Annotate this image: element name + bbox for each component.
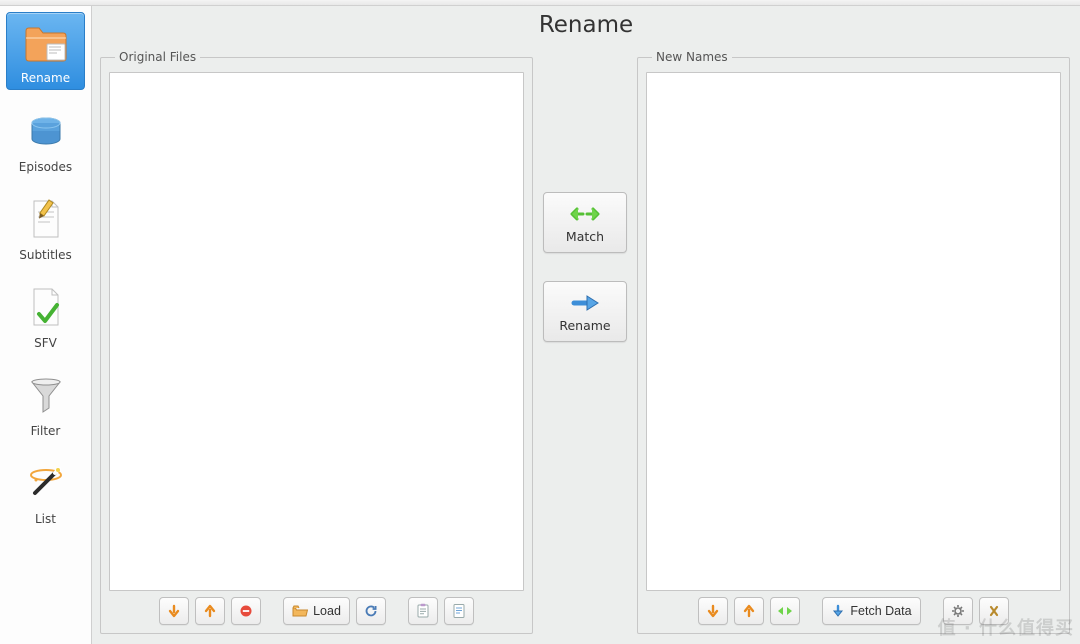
- folder-rename-icon: [22, 19, 70, 67]
- wand-icon: [22, 460, 70, 508]
- sidebar-item-label: Subtitles: [19, 248, 72, 262]
- new-names-toolbar: Fetch Data: [646, 591, 1061, 625]
- fetch-data-button[interactable]: Fetch Data: [822, 597, 920, 625]
- match-button-label: Match: [566, 229, 604, 244]
- sidebar-item-rename[interactable]: Rename: [6, 12, 85, 90]
- sidebar-item-label: Episodes: [19, 160, 72, 174]
- auto-align-button[interactable]: [770, 597, 800, 625]
- folder-open-icon: [292, 604, 308, 618]
- match-button[interactable]: Match: [543, 192, 627, 253]
- document-check-icon: [22, 284, 70, 332]
- center-column: Match Rename: [533, 50, 637, 634]
- document-pencil-icon: [22, 196, 70, 244]
- sidebar-item-subtitles[interactable]: Subtitles: [6, 190, 85, 266]
- stack-icon: [22, 108, 70, 156]
- sidebar-item-sfv[interactable]: SFV: [6, 278, 85, 354]
- settings-button[interactable]: [943, 597, 973, 625]
- workarea: Original Files: [92, 40, 1080, 644]
- arrow-down-icon: [167, 604, 181, 618]
- download-icon: [831, 604, 845, 618]
- original-files-legend: Original Files: [115, 50, 200, 64]
- clipboard-button[interactable]: [408, 597, 438, 625]
- sidebar-item-label: SFV: [34, 336, 57, 350]
- original-files-list[interactable]: [109, 72, 524, 591]
- sidebar-item-label: List: [35, 512, 56, 526]
- sidebar-item-filter[interactable]: Filter: [6, 366, 85, 442]
- move-up-button[interactable]: [734, 597, 764, 625]
- move-down-button[interactable]: [698, 597, 728, 625]
- sidebar: Rename Episodes: [0, 6, 92, 644]
- refresh-icon: [364, 604, 378, 618]
- arrow-up-icon: [203, 604, 217, 618]
- funnel-icon: [22, 372, 70, 420]
- app-frame: Rename Episodes: [0, 6, 1080, 644]
- match-arrows-icon: [570, 203, 600, 225]
- move-up-button[interactable]: [195, 597, 225, 625]
- original-files-toolbar: Load: [109, 591, 524, 625]
- match-arrows-small-icon: [777, 604, 793, 618]
- arrow-down-icon: [706, 604, 720, 618]
- sidebar-item-episodes[interactable]: Episodes: [6, 102, 85, 178]
- new-names-legend: New Names: [652, 50, 732, 64]
- swap-icon: [987, 604, 1001, 618]
- refresh-button[interactable]: [356, 597, 386, 625]
- remove-button[interactable]: [231, 597, 261, 625]
- document-list-icon: [452, 603, 466, 619]
- rename-button-label: Rename: [559, 318, 610, 333]
- load-button-label: Load: [313, 604, 341, 618]
- load-button[interactable]: Load: [283, 597, 350, 625]
- rename-arrow-icon: [570, 292, 600, 314]
- fetch-data-button-label: Fetch Data: [850, 604, 911, 618]
- sidebar-item-list[interactable]: List: [6, 454, 85, 530]
- gear-icon: [951, 604, 965, 618]
- arrow-up-icon: [742, 604, 756, 618]
- sidebar-item-label: Filter: [31, 424, 61, 438]
- page-title: Rename: [92, 6, 1080, 40]
- rename-button[interactable]: Rename: [543, 281, 627, 342]
- sidebar-item-label: Rename: [21, 71, 70, 85]
- new-names-list[interactable]: [646, 72, 1061, 591]
- main-area: Rename Original Files: [92, 6, 1080, 644]
- swap-button[interactable]: [979, 597, 1009, 625]
- move-down-button[interactable]: [159, 597, 189, 625]
- history-button[interactable]: [444, 597, 474, 625]
- new-names-panel: New Names: [637, 50, 1070, 634]
- remove-icon: [239, 604, 253, 618]
- clipboard-icon: [416, 603, 430, 619]
- original-files-panel: Original Files: [100, 50, 533, 634]
